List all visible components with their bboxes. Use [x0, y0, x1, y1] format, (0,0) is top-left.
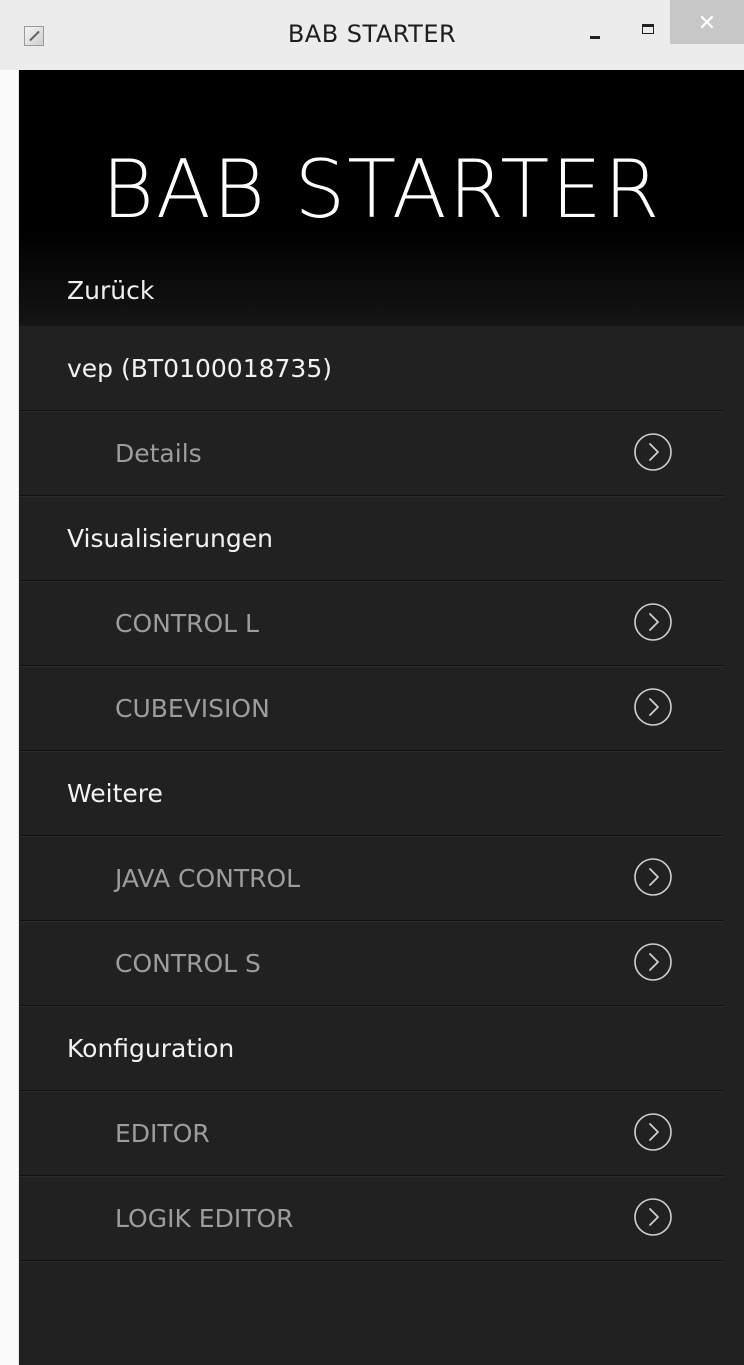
section-konfiguration: Konfiguration	[19, 1006, 724, 1091]
menu-item-cubevision[interactable]: CUBEVISION	[19, 666, 724, 751]
section-device: vep (BT0100018735)	[19, 326, 724, 411]
menu-item-control-l[interactable]: CONTROL L	[19, 581, 724, 666]
menu-item-label: CONTROL L	[115, 609, 259, 638]
menu-item-label: EDITOR	[115, 1119, 210, 1148]
back-link[interactable]: Zurück	[67, 276, 154, 305]
section-label: vep (BT0100018735)	[67, 354, 332, 383]
chevron-right-circle-icon[interactable]	[633, 1197, 673, 1237]
menu-list: vep (BT0100018735) Details Visualisierun…	[19, 326, 724, 1261]
chevron-right-circle-icon[interactable]	[633, 1112, 673, 1152]
menu-item-editor[interactable]: EDITOR	[19, 1091, 724, 1176]
minimize-icon[interactable]	[572, 6, 614, 44]
menu-item-details[interactable]: Details	[19, 411, 724, 496]
menu-item-label: CONTROL S	[115, 949, 261, 978]
header: BAB STARTER Zurück	[19, 70, 744, 326]
window-frame	[0, 70, 19, 1365]
content-panel: BAB STARTER Zurück vep (BT0100018735) De…	[19, 70, 744, 1365]
chevron-right-circle-icon[interactable]	[633, 687, 673, 727]
section-visualisierungen: Visualisierungen	[19, 496, 724, 581]
menu-item-java-control[interactable]: JAVA CONTROL	[19, 836, 724, 921]
chevron-right-circle-icon[interactable]	[633, 602, 673, 642]
brand-title: BAB STARTER	[101, 143, 662, 236]
section-label: Visualisierungen	[67, 524, 273, 553]
title-bar[interactable]: BAB STARTER ✕	[0, 0, 744, 71]
menu-item-label: JAVA CONTROL	[115, 864, 301, 893]
section-label: Weitere	[67, 779, 163, 808]
chevron-right-circle-icon[interactable]	[633, 857, 673, 897]
menu-item-label: CUBEVISION	[115, 694, 270, 723]
chevron-right-circle-icon[interactable]	[633, 432, 673, 472]
menu-item-control-s[interactable]: CONTROL S	[19, 921, 724, 1006]
close-icon[interactable]: ✕	[670, 0, 744, 44]
chevron-right-circle-icon[interactable]	[633, 942, 673, 982]
section-weitere: Weitere	[19, 751, 724, 836]
menu-item-logik-editor[interactable]: LOGIK EDITOR	[19, 1176, 724, 1261]
menu-item-label: LOGIK EDITOR	[115, 1204, 294, 1233]
maximize-icon[interactable]	[624, 6, 670, 44]
section-label: Konfiguration	[67, 1034, 235, 1063]
app-window: BAB STARTER ✕ BAB STARTER Zurück vep (BT…	[0, 0, 744, 1365]
menu-item-label: Details	[115, 439, 202, 468]
